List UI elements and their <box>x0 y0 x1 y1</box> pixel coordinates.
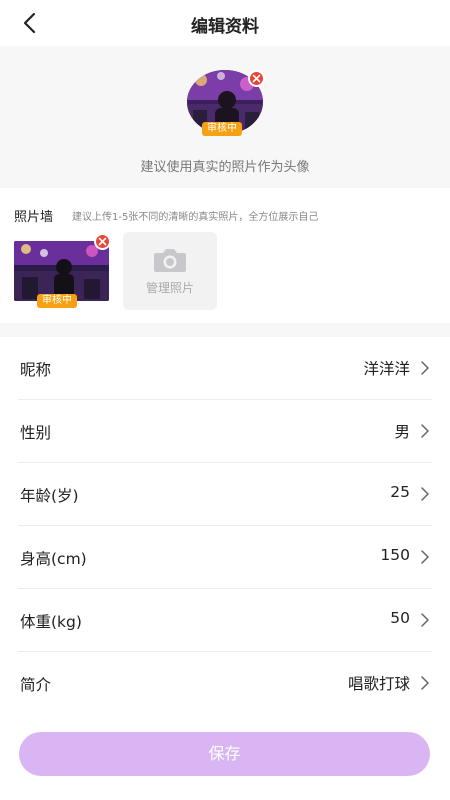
close-icon <box>252 74 261 83</box>
row-label: 昵称 <box>20 361 52 379</box>
photo-wall-title: 照片墙 <box>14 210 54 225</box>
camera-icon <box>154 249 186 272</box>
weight-row[interactable]: 体重(kg) 50 <box>18 589 432 652</box>
photo-review-badge: 审核中 <box>37 294 77 308</box>
avatar-review-badge: 审核中 <box>202 122 242 136</box>
chevron-right-icon <box>421 613 429 627</box>
row-label: 身高(cm) <box>20 550 87 568</box>
profile-form: 昵称 洋洋洋 性别 男 年龄(岁) 25 身高(cm) 150 体重(kg) 5… <box>0 337 450 715</box>
avatar-wrapper: 审核中 <box>187 70 265 140</box>
row-value: 150 <box>380 546 410 564</box>
save-button[interactable]: 保存 <box>19 732 430 776</box>
manage-photos-label: 管理照片 <box>145 281 194 295</box>
chevron-right-icon <box>421 676 429 690</box>
row-value: 50 <box>390 609 410 627</box>
remove-avatar-button[interactable] <box>248 70 265 87</box>
row-value: 25 <box>390 483 410 501</box>
row-label: 体重(kg) <box>20 613 82 631</box>
chevron-right-icon <box>421 550 429 564</box>
row-label: 性别 <box>20 424 52 442</box>
photo-wall-section: 照片墙 建议上传1-5张不同的清晰的真实照片，全方位展示自己 审核中 管理照片 <box>0 188 450 323</box>
chevron-right-icon <box>421 424 429 438</box>
age-row[interactable]: 年龄(岁) 25 <box>18 463 432 526</box>
photo-image <box>14 241 109 301</box>
section-divider <box>0 323 450 337</box>
row-value: 洋洋洋 <box>363 360 410 378</box>
gender-row[interactable]: 性别 男 <box>18 400 432 463</box>
page-title: 编辑资料 <box>191 17 259 37</box>
photo-wall-tip: 建议上传1-5张不同的清晰的真实照片，全方位展示自己 <box>72 212 319 223</box>
row-label: 年龄(岁) <box>20 487 79 505</box>
chevron-right-icon <box>421 487 429 501</box>
manage-photos-button[interactable]: 管理照片 <box>123 232 217 310</box>
photo-thumbnail[interactable]: 审核中 <box>14 233 111 308</box>
avatar-section: 审核中 建议使用真实的照片作为头像 <box>0 46 450 188</box>
avatar-hint: 建议使用真实的照片作为头像 <box>140 160 310 175</box>
row-value: 唱歌打球 <box>347 675 410 693</box>
remove-photo-button[interactable] <box>94 233 111 250</box>
bio-row[interactable]: 简介 唱歌打球 <box>18 652 432 715</box>
nickname-row[interactable]: 昵称 洋洋洋 <box>18 337 432 400</box>
close-icon <box>98 237 107 246</box>
height-row[interactable]: 身高(cm) 150 <box>18 526 432 589</box>
chevron-right-icon <box>421 361 429 375</box>
row-label: 简介 <box>20 676 52 694</box>
top-bar: 编辑资料 <box>0 0 450 46</box>
row-value: 男 <box>394 423 410 441</box>
